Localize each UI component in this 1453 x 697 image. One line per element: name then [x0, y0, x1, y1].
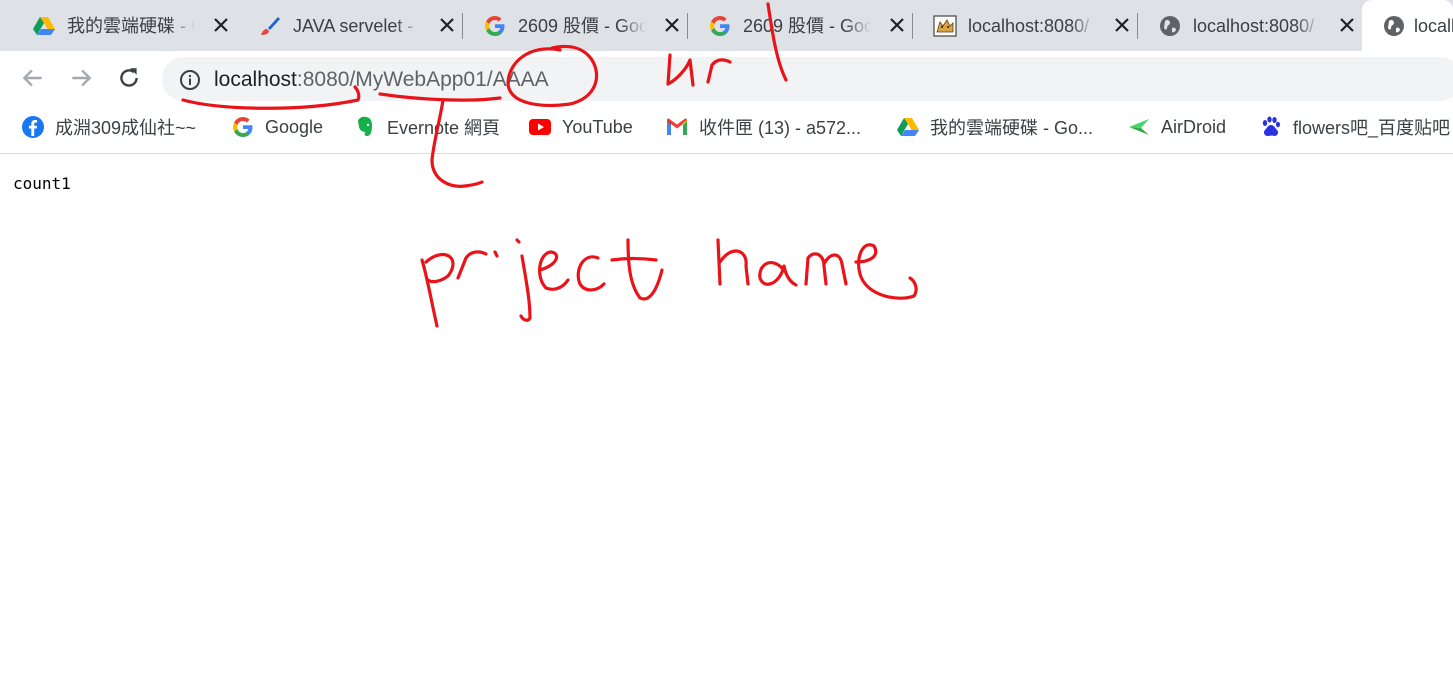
- bookmark-label: 成淵309成仙社~~: [55, 118, 197, 138]
- address-bar[interactable]: localhost:8080/MyWebApp01/AAAA: [162, 57, 1453, 101]
- url-host: localhost: [214, 68, 297, 91]
- tab-title: localhost:8080/: [1193, 16, 1315, 36]
- tab-localhost-globe[interactable]: localhost:8080/: [1138, 0, 1363, 51]
- google-icon: [233, 117, 253, 137]
- globe-icon: [1160, 16, 1180, 36]
- forward-arrow-icon[interactable]: [68, 65, 94, 91]
- bookmark-youtube[interactable]: YouTube: [528, 114, 633, 140]
- google-drive-icon: [897, 118, 919, 136]
- url-path: :8080/MyWebApp01/AAAA: [296, 68, 549, 91]
- tab-java-servelet[interactable]: JAVA servelet -: [238, 0, 463, 51]
- close-icon[interactable]: [885, 13, 909, 37]
- tab-strip: 我的雲端硬碟 - Google 雲端硬碟 JAVA servelet - 260…: [0, 0, 1453, 51]
- bookmark-label: YouTube: [562, 116, 633, 137]
- facebook-icon: [22, 116, 44, 138]
- google-drive-icon: [33, 17, 55, 35]
- info-icon[interactable]: [178, 68, 202, 92]
- close-icon[interactable]: [435, 13, 459, 37]
- close-icon[interactable]: [209, 13, 233, 37]
- tab-title: localhost:8080/: [968, 16, 1090, 36]
- paintbrush-icon: [261, 17, 280, 35]
- evernote-icon: [358, 116, 372, 136]
- bookmark-label: flowers吧_百度贴吧: [1293, 118, 1451, 138]
- bookmark-label: AirDroid: [1161, 116, 1227, 137]
- bookmark-label: Evernote 網頁: [387, 118, 501, 138]
- tab-title: 2609 股價 - Google 搜尋: [518, 16, 646, 36]
- bookmarks-bar: 成淵309成仙社~~ Google Evernote 網頁 YouTube 收件…: [0, 103, 1453, 154]
- tab-google-drive[interactable]: 我的雲端硬碟 - Google 雲端硬碟: [12, 0, 237, 51]
- gmail-icon: [667, 118, 687, 135]
- close-icon[interactable]: [660, 13, 684, 37]
- tab-google-search-2[interactable]: 2609 股價 - Google 搜尋: [688, 0, 913, 51]
- globe-icon: [1384, 16, 1404, 36]
- bookmark-gmail[interactable]: 收件匣 (13) - a572...: [665, 114, 861, 140]
- back-arrow-icon[interactable]: [20, 65, 46, 91]
- close-icon[interactable]: [1335, 13, 1359, 37]
- google-icon: [485, 16, 505, 36]
- reload-icon[interactable]: [116, 65, 142, 91]
- tab-title: 2609 股價 - Google 搜尋: [743, 16, 871, 36]
- bookmark-baidu-tieba[interactable]: flowers吧_百度贴吧: [1259, 114, 1450, 140]
- youtube-icon: [529, 119, 551, 135]
- tab-localhost-tomcat[interactable]: localhost:8080/: [913, 0, 1138, 51]
- bookmark-label: 我的雲端硬碟 - Go...: [930, 118, 1094, 138]
- tab-title: JAVA servelet -: [293, 16, 414, 36]
- google-icon: [710, 16, 730, 36]
- url-text[interactable]: localhost:8080/MyWebApp01/AAAA: [214, 66, 549, 94]
- bookmark-airdroid[interactable]: AirDroid: [1127, 114, 1226, 140]
- close-icon[interactable]: [1110, 13, 1134, 37]
- bookmark-google[interactable]: Google: [231, 114, 323, 140]
- bookmark-label: Google: [265, 116, 324, 137]
- tab-title: 我的雲端硬碟 - Google 雲端硬碟: [67, 16, 195, 36]
- bookmark-google-drive[interactable]: 我的雲端硬碟 - Go...: [896, 114, 1093, 140]
- page-content-text: count1: [13, 174, 71, 193]
- tab-localhost-active[interactable]: localhost:8080/MyWebApp01/AAAA: [1362, 0, 1453, 51]
- airdroid-icon: [1129, 119, 1149, 135]
- bookmark-facebook[interactable]: 成淵309成仙社~~: [21, 114, 196, 140]
- tab-title: localhost:8080/MyWebApp01/AAAA: [1414, 16, 1453, 36]
- bookmark-label: 收件匣 (13) - a572...: [699, 118, 862, 138]
- tomcat-icon: [933, 15, 957, 37]
- browser-toolbar: localhost:8080/MyWebApp01/AAAA: [0, 51, 1453, 103]
- bookmark-evernote[interactable]: Evernote 網頁: [353, 114, 500, 140]
- baidu-icon: [1262, 116, 1280, 136]
- tab-google-search-1[interactable]: 2609 股價 - Google 搜尋: [463, 0, 688, 51]
